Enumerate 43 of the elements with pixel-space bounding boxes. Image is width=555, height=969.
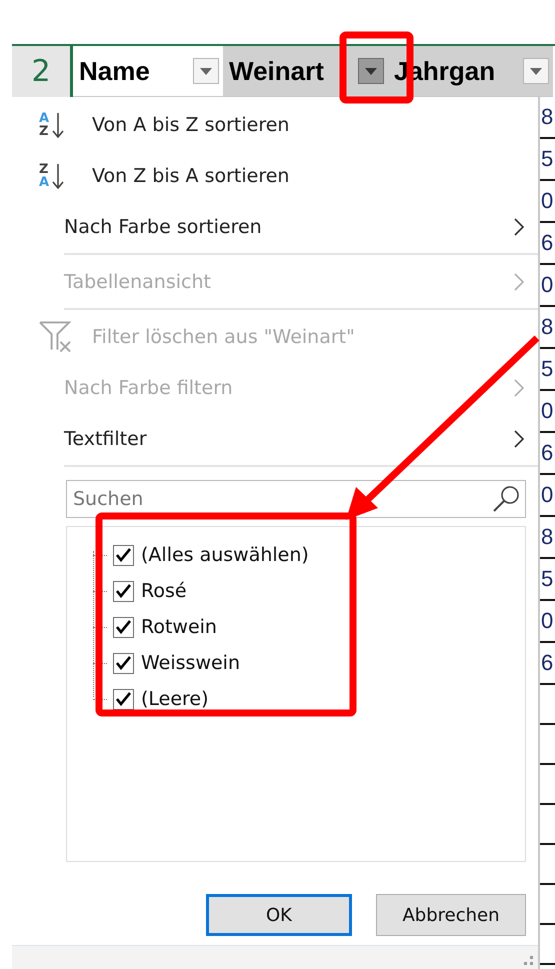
caret-icon <box>530 68 542 74</box>
chevron-right-icon <box>514 378 524 396</box>
caret-icon <box>365 68 377 74</box>
menu-item[interactable]: Textfilter <box>12 413 538 464</box>
table-cell: 8 <box>540 307 555 349</box>
checkbox[interactable] <box>113 580 134 602</box>
filter-dropdown-button[interactable] <box>193 58 219 84</box>
table-cell: 0 <box>540 265 555 307</box>
row-number: 2 <box>12 46 73 97</box>
value-label[interactable]: Rotwein <box>141 616 217 638</box>
value-label[interactable]: (Alles auswählen) <box>141 544 309 566</box>
filter-dropdown-button[interactable] <box>523 58 549 84</box>
caret-icon <box>200 68 212 74</box>
value-label[interactable]: Rosé <box>141 580 187 602</box>
menu-item[interactable]: Nach Farbe sortieren <box>12 201 538 252</box>
chevron-right-icon <box>514 218 524 236</box>
checkbox[interactable] <box>113 652 134 674</box>
table-cell: 8 <box>540 97 555 139</box>
checkbox[interactable] <box>113 688 134 710</box>
column-header: Weinart <box>223 46 388 97</box>
table-cell: 6 <box>540 223 555 265</box>
cancel-button[interactable]: Abbrechen <box>376 894 526 936</box>
search-icon <box>491 484 521 514</box>
table-cell: 5 <box>540 349 555 391</box>
checkbox[interactable] <box>113 544 134 566</box>
table-cell: 0 <box>540 475 555 517</box>
resize-grip-icon <box>524 956 534 966</box>
table-cell: 0 <box>540 181 555 223</box>
chevron-right-icon <box>514 272 524 290</box>
chevron-right-icon <box>514 430 524 448</box>
table-cell: 6 <box>540 433 555 475</box>
menu-item[interactable]: Z A Von Z bis A sortieren <box>12 150 538 201</box>
checkbox[interactable] <box>113 616 134 638</box>
table-cell: 0 <box>540 601 555 643</box>
table-cell: 5 <box>540 139 555 181</box>
menu-item[interactable]: A Z Von A bis Z sortieren <box>12 99 538 150</box>
ok-button[interactable]: OK <box>206 894 352 936</box>
value-label[interactable]: (Leere) <box>141 688 209 710</box>
value-label[interactable]: Weisswein <box>141 652 240 674</box>
filter-dropdown-button[interactable] <box>358 58 384 84</box>
table-cell: 0 <box>540 391 555 433</box>
table-cell: 5 <box>540 559 555 601</box>
table-cell: 8 <box>540 517 555 559</box>
